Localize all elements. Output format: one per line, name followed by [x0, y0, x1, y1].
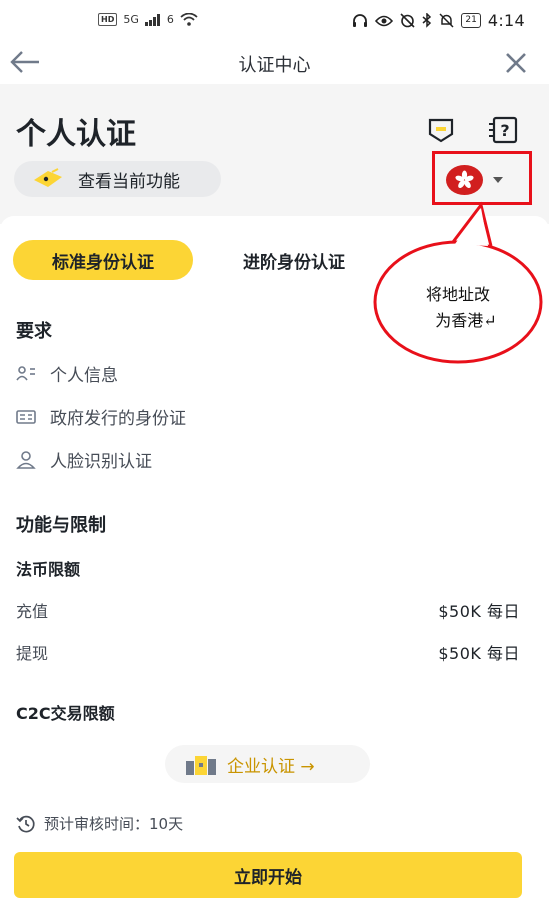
- close-icon[interactable]: [503, 50, 529, 76]
- signal-label: 5G: [123, 13, 139, 26]
- limit-value: $50K 每日: [438, 602, 520, 621]
- status-left: HD 5G 6: [98, 13, 198, 26]
- clock: 4:14: [487, 11, 525, 30]
- headphones-icon: [353, 13, 368, 27]
- limit-row: 提现 $50K 每日: [16, 640, 520, 664]
- tab-standard-verification[interactable]: 标准身份认证: [13, 240, 193, 280]
- nav-bar: 认证中心: [0, 42, 549, 84]
- status-bar: HD 5G 6 21 4:14: [0, 0, 549, 42]
- view-features-button[interactable]: 查看当前功能: [14, 161, 221, 197]
- requirement-item: 政府发行的身份证: [16, 404, 186, 429]
- review-time: 预计审核时间：10天: [16, 813, 183, 834]
- verification-tabs: 标准身份认证 进阶身份认证: [13, 240, 345, 280]
- start-now-button[interactable]: 立即开始: [14, 852, 522, 898]
- eye-icon: [375, 15, 394, 26]
- view-features-label: 查看当前功能: [78, 171, 180, 192]
- building-icon: [186, 756, 216, 775]
- badge-icon[interactable]: [427, 117, 455, 143]
- history-clock-icon: [16, 815, 35, 832]
- limit-row: 充值 $50K 每日: [16, 598, 520, 622]
- page-title: 个人认证: [16, 117, 136, 152]
- status-right: 21 4:14: [352, 11, 525, 30]
- id-card-icon: [16, 409, 36, 424]
- annotation-line-1: 将地址改: [425, 285, 490, 304]
- wifi-label: 6: [166, 13, 174, 26]
- wifi-icon: [180, 13, 198, 26]
- limit-value: $50K 每日: [438, 644, 520, 663]
- help-doc-icon[interactable]: ?: [488, 116, 518, 144]
- requirement-label: 人脸识别认证: [50, 452, 152, 472]
- battery-icon: 21: [461, 13, 481, 28]
- review-time-label: 预计审核时间：10天: [44, 815, 184, 833]
- features-limits-title: 功能与限制: [16, 515, 106, 536]
- ticket-icon: [34, 168, 62, 187]
- tab-advanced-verification[interactable]: 进阶身份认证: [243, 248, 345, 273]
- alarm-off-icon: [400, 13, 415, 28]
- c2c-limits-title: C2C交易限额: [16, 704, 115, 723]
- annotation-text: 将地址改 为香港↵: [373, 282, 543, 334]
- fiat-limits-title: 法币限额: [16, 560, 81, 579]
- limit-label: 提现: [16, 644, 49, 663]
- person-info-icon: [16, 365, 35, 380]
- face-recognition-icon: [16, 450, 36, 469]
- nav-title: 认证中心: [238, 55, 311, 76]
- hd-badge: HD: [98, 13, 118, 26]
- annotation-highlight-box: [432, 151, 532, 205]
- signal-icon: [144, 13, 160, 26]
- bluetooth-icon: [422, 13, 432, 28]
- limit-label: 充值: [16, 602, 49, 621]
- requirement-item: 人脸识别认证: [16, 447, 152, 472]
- requirement-item: 个人信息: [16, 361, 118, 386]
- svg-text:?: ?: [500, 121, 509, 140]
- business-verification-label: 企业认证 →: [227, 756, 315, 777]
- mute-icon: [439, 13, 454, 28]
- requirement-label: 个人信息: [50, 366, 118, 386]
- requirement-label: 政府发行的身份证: [50, 409, 186, 429]
- requirements-title: 要求: [16, 321, 52, 342]
- business-verification-button[interactable]: 企业认证 →: [165, 745, 370, 783]
- annotation-line-2: 为香港↵: [435, 311, 497, 330]
